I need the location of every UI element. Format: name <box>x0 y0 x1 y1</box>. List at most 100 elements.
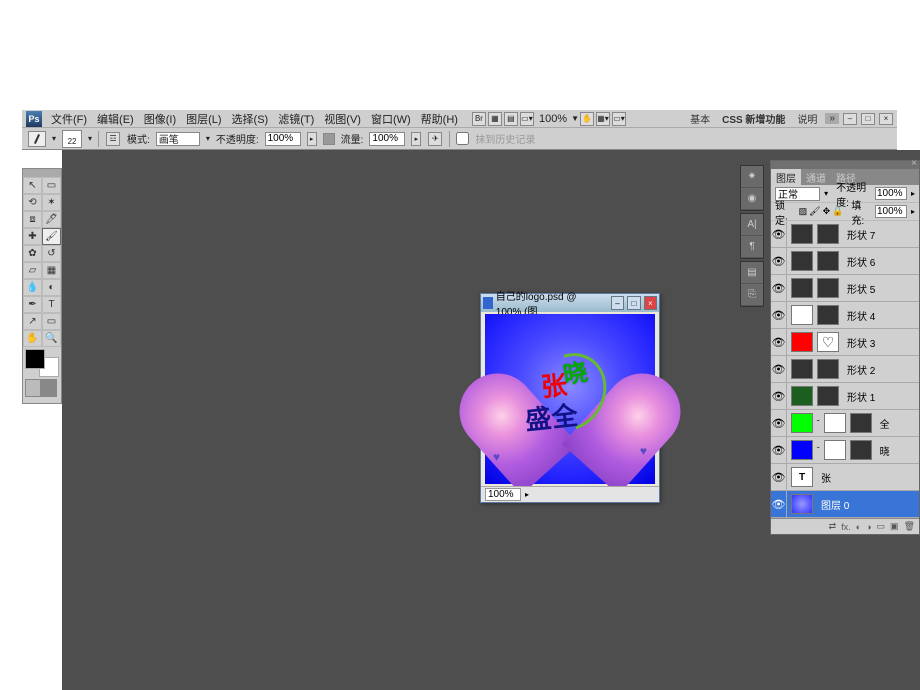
group-layers-icon[interactable]: ▭ <box>877 521 886 532</box>
layer-thumb[interactable] <box>850 440 872 460</box>
menu-help[interactable]: 帮助(H) <box>416 111 463 127</box>
doc-close-button[interactable]: × <box>644 296 657 310</box>
tab-channels[interactable]: 通道 <box>801 169 831 185</box>
fill-input[interactable] <box>875 205 907 218</box>
visibility-toggle[interactable]: 👁 <box>771 491 787 517</box>
layer-row[interactable]: 👁形状 5 <box>771 275 919 302</box>
layer-name[interactable]: 形状 6 <box>847 254 875 269</box>
layer-thumb[interactable] <box>791 440 813 460</box>
workspace-more-icon[interactable]: » <box>825 113 839 124</box>
maximize-button[interactable]: □ <box>861 113 875 125</box>
layer-name[interactable]: 张 <box>821 470 831 485</box>
layer-thumb[interactable] <box>791 359 813 379</box>
panel-opacity-input[interactable] <box>875 187 907 200</box>
tool-preset-icon[interactable] <box>28 131 46 147</box>
layer-thumb[interactable] <box>791 224 813 244</box>
zoom-tool[interactable]: 🔍 <box>42 330 61 347</box>
workspace-info[interactable]: 说明 <box>793 111 821 126</box>
layer-mask-icon[interactable]: ◐ <box>856 522 861 532</box>
panel-grip[interactable] <box>771 161 919 169</box>
layer-thumb[interactable] <box>791 386 813 406</box>
minimize-button[interactable]: – <box>843 113 857 125</box>
link-layers-icon[interactable]: ⇄ <box>829 521 837 532</box>
layer-name[interactable]: 形状 4 <box>847 308 875 323</box>
history-panel-icon[interactable]: ▤ <box>741 262 763 284</box>
layer-thumb[interactable] <box>817 278 839 298</box>
layer-name[interactable]: 形状 3 <box>847 335 875 350</box>
delete-layer-icon[interactable]: 🗑 <box>904 521 915 532</box>
type-tool[interactable]: T <box>42 296 61 313</box>
history-brush-tool[interactable]: ↺ <box>42 245 61 262</box>
actions-panel-icon[interactable]: ⎘ <box>741 284 763 306</box>
layer-thumb[interactable] <box>817 386 839 406</box>
layer-row[interactable]: 👁 形状 7 <box>771 221 919 248</box>
layer-thumb[interactable] <box>791 332 813 352</box>
layer-thumb[interactable] <box>817 224 839 244</box>
layer-name[interactable]: 形状 1 <box>847 389 875 404</box>
zoom-level[interactable]: 100% <box>539 113 567 125</box>
layer-row[interactable]: 👁˘全 <box>771 410 919 437</box>
layer-thumb[interactable] <box>817 359 839 379</box>
wand-tool[interactable]: ✶ <box>42 194 61 211</box>
character-panel-icon[interactable]: A| <box>741 214 763 236</box>
move-tool[interactable]: ↖ <box>23 177 42 194</box>
blur-tool[interactable]: 💧 <box>23 279 42 296</box>
doc-zoom-field[interactable]: 100% <box>485 488 521 501</box>
visibility-toggle[interactable]: 👁 <box>771 437 787 463</box>
visibility-toggle[interactable]: 👁 <box>771 248 787 274</box>
layer-row[interactable]: 👁 形状 6 <box>771 248 919 275</box>
foreground-color[interactable] <box>25 349 45 369</box>
visibility-toggle[interactable]: 👁 <box>771 329 787 355</box>
menu-view[interactable]: 视图(V) <box>319 111 366 127</box>
layer-fx-icon[interactable]: fx. <box>841 522 851 532</box>
doc-maximize-button[interactable]: □ <box>627 296 640 310</box>
layer-row[interactable]: 👁 形状 4 <box>771 302 919 329</box>
layer-thumb[interactable] <box>791 305 813 325</box>
visibility-toggle[interactable]: 👁 <box>771 275 787 301</box>
dodge-tool[interactable]: ◐ <box>42 279 61 296</box>
lock-position-icon[interactable]: ✥ <box>823 206 831 217</box>
layer-row[interactable]: 👁T张 <box>771 464 919 491</box>
visibility-toggle[interactable]: 👁 <box>771 383 787 409</box>
visibility-toggle[interactable]: 👁 <box>771 221 787 247</box>
layer-row[interactable]: 👁 形状 2 <box>771 356 919 383</box>
workspace-css[interactable]: CSS 新增功能 <box>718 111 789 126</box>
layer-thumb[interactable] <box>850 413 872 433</box>
visibility-toggle[interactable]: 👁 <box>771 302 787 328</box>
layer-thumb[interactable] <box>791 494 813 514</box>
gradient-tool[interactable]: ▦ <box>42 262 61 279</box>
layer-thumb[interactable] <box>824 413 846 433</box>
screen-mode-icon[interactable]: ▭▾ <box>520 112 534 126</box>
layer-name[interactable]: 晓 <box>880 443 890 458</box>
document-canvas[interactable]: 张 晓 盛 全 ♥ ♥ <box>485 314 655 484</box>
layer-name[interactable]: 图层 0 <box>821 497 849 512</box>
adjustment-layer-icon[interactable]: ◑ <box>866 522 871 532</box>
hand-tool[interactable]: ✋ <box>23 330 42 347</box>
layer-thumb[interactable] <box>791 413 813 433</box>
tablet-opacity-icon[interactable] <box>323 133 335 145</box>
healing-tool[interactable]: ✚ <box>23 228 42 245</box>
menu-filter[interactable]: 滤镜(T) <box>273 111 319 127</box>
layer-thumb[interactable] <box>791 278 813 298</box>
eraser-tool[interactable]: ▱ <box>23 262 42 279</box>
swatches-panel-icon[interactable]: ◉ <box>741 188 763 210</box>
color-panel-icon[interactable]: ✷ <box>741 166 763 188</box>
brush-tool[interactable]: 🖌 <box>42 228 61 245</box>
opacity-dropdown-icon[interactable]: ▸ <box>307 132 317 146</box>
menu-image[interactable]: 图像(I) <box>139 111 181 127</box>
hand-icon[interactable]: ✋ <box>580 112 594 126</box>
lasso-tool[interactable]: ⟲ <box>23 194 42 211</box>
quick-mask-toggle[interactable] <box>25 379 57 397</box>
path-select-tool[interactable]: ↗ <box>23 313 42 330</box>
lock-transparent-icon[interactable]: ▨ <box>799 206 808 217</box>
visibility-toggle[interactable]: 👁 <box>771 356 787 382</box>
shape-tool[interactable]: ▭ <box>42 313 61 330</box>
layer-name[interactable]: 形状 2 <box>847 362 875 377</box>
layer-thumb[interactable] <box>791 251 813 271</box>
view-extras-icon[interactable]: ▤ <box>504 112 518 126</box>
layer-name[interactable]: 形状 7 <box>847 227 875 242</box>
brush-mode-select[interactable]: 画笔 <box>156 132 200 146</box>
workspace-basic[interactable]: 基本 <box>686 111 714 126</box>
layer-row[interactable]: 👁 图层 0 <box>771 491 919 518</box>
document-titlebar[interactable]: 自己的logo.psd @ 100% (图... – □ × <box>481 294 659 312</box>
